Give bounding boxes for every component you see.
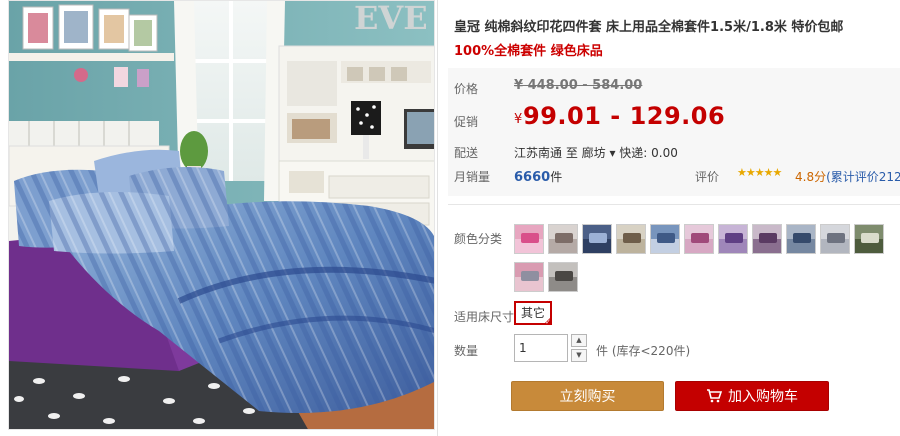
swatch-pattern xyxy=(793,233,811,243)
color-swatch[interactable] xyxy=(854,224,884,254)
monthly-sales-label: 月销量 xyxy=(454,170,491,184)
color-swatch[interactable] xyxy=(820,224,850,254)
swatch-pattern xyxy=(555,271,573,281)
swatch-pattern xyxy=(521,233,539,243)
color-swatch[interactable] xyxy=(582,224,612,254)
bed-size-label: 适用床尺寸 xyxy=(454,310,515,324)
size-option-selected[interactable]: 其它 ✓ xyxy=(514,301,552,326)
check-icon: ✓ xyxy=(545,318,551,326)
original-price-label: 价格 xyxy=(454,82,479,96)
cart-icon xyxy=(707,389,722,403)
sales-count: 6660 xyxy=(514,170,551,185)
swatch-pattern xyxy=(657,233,675,243)
swatch-pattern xyxy=(623,233,641,243)
rating-label: 评价 xyxy=(695,170,720,184)
product-info-panel: 皇冠 纯棉斜纹印花四件套 床上用品全棉套件1.5米/1.8米 特价包邮 100%… xyxy=(448,0,900,436)
color-swatch[interactable] xyxy=(548,224,578,254)
quantity-increase-button[interactable]: ▲ xyxy=(571,334,587,347)
color-swatch[interactable] xyxy=(650,224,680,254)
review-count-link[interactable]: (累计评价2120) xyxy=(826,170,900,184)
quantity-label: 数量 xyxy=(454,344,479,358)
swatch-pattern xyxy=(759,233,777,243)
price-box: 价格 ¥ 448.00 - 584.00 促销 ¥ 99.01 - 129.06… xyxy=(448,68,900,196)
original-price: ¥ 448.00 - 584.00 xyxy=(514,78,643,93)
promo-price-label: 促销 xyxy=(454,115,479,129)
currency-symbol: ¥ xyxy=(514,112,523,127)
color-swatch[interactable] xyxy=(616,224,646,254)
swatch-pattern xyxy=(521,271,539,281)
monthly-sales: 6660件 xyxy=(514,168,562,185)
swatch-pattern xyxy=(691,233,709,243)
promo-price: 99.01 - 129.06 xyxy=(523,102,726,130)
swatch-pattern xyxy=(589,233,607,243)
product-title: 皇冠 纯棉斜纹印花四件套 床上用品全棉套件1.5米/1.8米 特价包邮 xyxy=(454,20,844,35)
svg-text:EVE: EVE xyxy=(354,1,428,37)
swatch-pattern xyxy=(861,233,879,243)
quantity-decrease-button[interactable]: ▼ xyxy=(571,349,587,362)
product-subtitle: 100%全棉套件 绿色床品 xyxy=(454,44,603,59)
buy-now-button[interactable]: 立刻购买 xyxy=(511,381,664,411)
color-swatch[interactable] xyxy=(514,262,544,292)
stock-info: 件 (库存<220件) xyxy=(596,344,691,358)
product-photo: EVE xyxy=(8,0,435,430)
add-to-cart-label: 加入购物车 xyxy=(728,389,798,405)
swatch-pattern xyxy=(725,233,743,243)
color-swatch[interactable] xyxy=(786,224,816,254)
add-to-cart-button[interactable]: 加入购物车 xyxy=(675,381,829,411)
color-swatch[interactable] xyxy=(752,224,782,254)
color-swatch[interactable] xyxy=(514,224,544,254)
color-category-label: 颜色分类 xyxy=(454,232,503,246)
score-value: 4.8分 xyxy=(795,170,827,184)
color-swatch[interactable] xyxy=(718,224,748,254)
bedroom-scene-image: EVE xyxy=(9,1,434,429)
swatch-pattern xyxy=(555,233,573,243)
size-option-label: 其它 xyxy=(520,306,545,320)
rating-score: 4.8分(累计评价2120) xyxy=(795,168,900,185)
shipping-destination[interactable]: 江苏南通 至 廊坊 ▾ 快递: 0.00 xyxy=(514,144,678,161)
divider xyxy=(448,204,900,205)
quantity-input[interactable] xyxy=(514,334,568,362)
color-swatch[interactable] xyxy=(548,262,578,292)
swatch-pattern xyxy=(827,233,845,243)
shipping-label: 配送 xyxy=(454,146,479,160)
color-swatch[interactable] xyxy=(684,224,714,254)
panel-divider xyxy=(437,0,438,436)
sales-unit: 件 xyxy=(550,170,563,184)
rating-stars-icon: ★★★★★ xyxy=(737,166,782,179)
